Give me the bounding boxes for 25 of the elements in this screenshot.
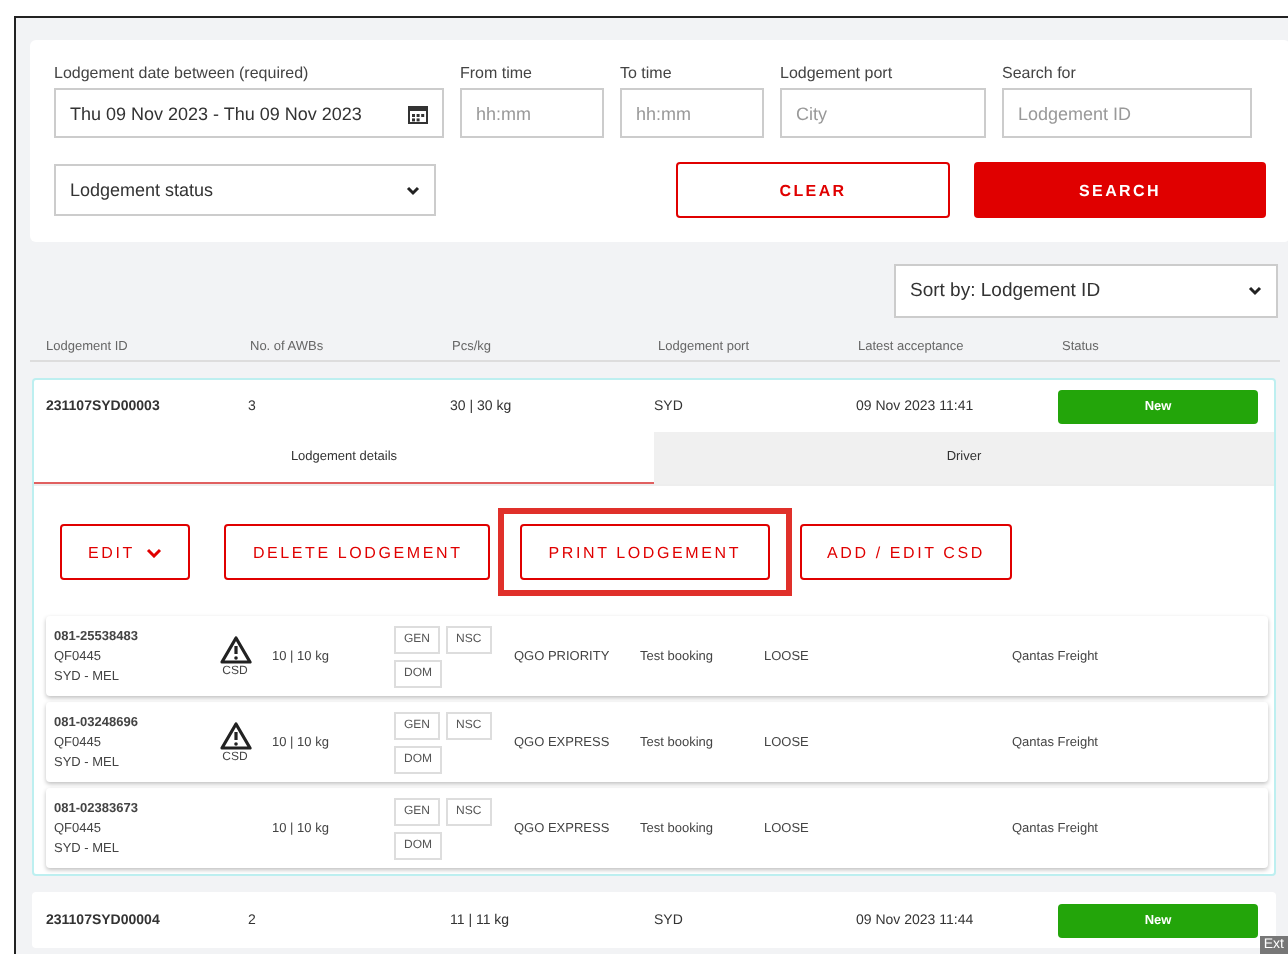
lodgement-card[interactable] [32,378,1276,876]
chevron-icon [406,185,420,195]
warning-icon [219,721,251,749]
field-label: Lodgement date between (required) [54,64,311,82]
status-dropdown[interactable]: Lodgement status [54,164,436,216]
action-button[interactable]: PRINT LODGEMENT [520,524,770,580]
search-button[interactable]: SEARCH [974,162,1266,218]
field-label: Search for [1002,64,1078,82]
time-field[interactable]: hh:mm [460,88,604,138]
chevron-icon [146,547,163,557]
calendar-icon [408,103,428,123]
search-field[interactable]: Lodgement ID [1002,88,1252,138]
field-label: Lodgement port [780,64,895,82]
port-field[interactable]: City [780,88,986,138]
sort-dropdown[interactable]: Sort by: Lodgement ID [894,264,1278,318]
action-button[interactable]: EDIT [60,524,191,580]
clear-button[interactable]: CLEAR [676,162,950,218]
action-button[interactable]: DELETE LODGEMENT [224,524,491,580]
field-label: To time [620,64,674,82]
time-field[interactable]: hh:mm [620,88,764,138]
warning-icon [219,635,251,663]
chevron-icon [1248,286,1262,296]
field-label: From time [460,64,534,82]
action-button[interactable]: ADD / EDIT CSD [799,524,1013,580]
date-range-field[interactable]: Thu 09 Nov 2023 - Thu 09 Nov 2023 [54,88,444,138]
